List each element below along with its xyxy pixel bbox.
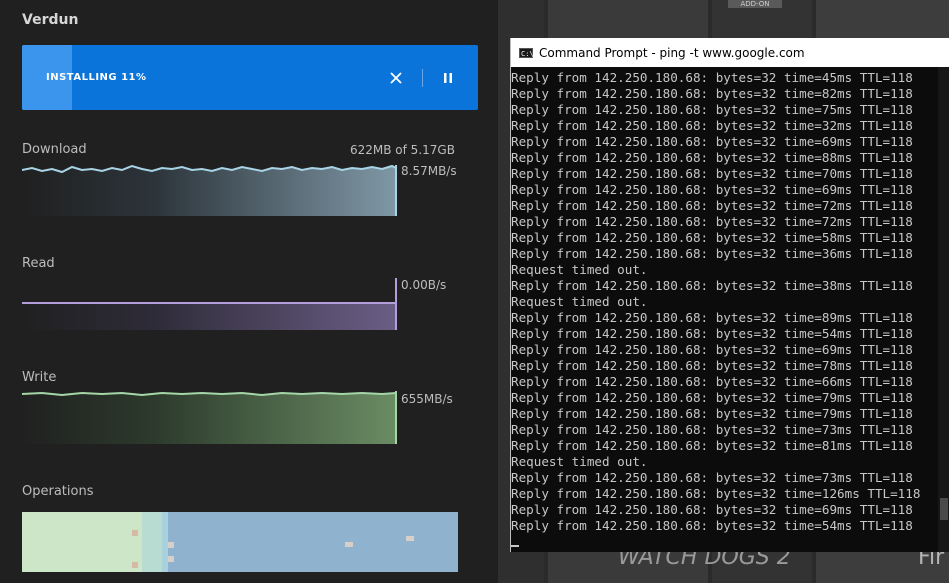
cmd-line: Request timed out. [511, 454, 648, 469]
install-status-label: INSTALLING 11% [46, 72, 147, 83]
download-rate: 8.57MB/s [401, 164, 457, 178]
cmd-scrollbar[interactable] [938, 67, 949, 552]
cmd-icon: C:\ [519, 47, 534, 58]
operations-map [22, 512, 458, 572]
cmd-line: Reply from 142.250.180.68: bytes=32 time… [511, 470, 913, 485]
read-rate: 0.00B/s [401, 278, 447, 292]
cmd-line: Reply from 142.250.180.68: bytes=32 time… [511, 422, 913, 437]
cmd-line: Request timed out. [511, 294, 648, 309]
cmd-line: Request timed out. [511, 262, 648, 277]
cmd-line: Reply from 142.250.180.68: bytes=32 time… [511, 166, 913, 181]
close-icon [390, 72, 402, 84]
cmd-line: Reply from 142.250.180.68: bytes=32 time… [511, 134, 913, 149]
command-prompt-window[interactable]: C:\ Command Prompt - ping -t www.google.… [510, 38, 949, 552]
game-title: Verdun [22, 12, 79, 28]
cmd-line: Reply from 142.250.180.68: bytes=32 time… [511, 358, 913, 373]
install-progress-bar: INSTALLING 11% [22, 45, 478, 110]
cmd-line: Reply from 142.250.180.68: bytes=32 time… [511, 198, 913, 213]
cmd-line: Reply from 142.250.180.68: bytes=32 time… [511, 150, 913, 165]
cmd-line: Reply from 142.250.180.68: bytes=32 time… [511, 342, 913, 357]
pause-icon [444, 73, 452, 83]
cmd-line: Reply from 142.250.180.68: bytes=32 time… [511, 518, 913, 533]
write-label: Write [22, 370, 57, 385]
download-graph [22, 160, 398, 216]
cmd-line: Reply from 142.250.180.68: bytes=32 time… [511, 86, 913, 101]
cmd-line: Reply from 142.250.180.68: bytes=32 time… [511, 118, 913, 133]
cmd-line: Reply from 142.250.180.68: bytes=32 time… [511, 230, 913, 245]
addon-badge: ADD-ON [728, 0, 782, 8]
operations-label: Operations [22, 484, 94, 499]
cmd-line: Reply from 142.250.180.68: bytes=32 time… [511, 102, 913, 117]
cmd-line: Reply from 142.250.180.68: bytes=32 time… [511, 406, 913, 421]
cmd-line: Reply from 142.250.180.68: bytes=32 time… [511, 486, 921, 501]
launcher-panel: Verdun INSTALLING 11% Download 622MB of … [0, 0, 498, 583]
cmd-cursor [511, 545, 519, 547]
cmd-titlebar[interactable]: C:\ Command Prompt - ping -t www.google.… [511, 38, 949, 67]
cmd-line: Reply from 142.250.180.68: bytes=32 time… [511, 246, 913, 261]
cmd-line: Reply from 142.250.180.68: bytes=32 time… [511, 278, 913, 293]
cmd-line: Reply from 142.250.180.68: bytes=32 time… [511, 438, 913, 453]
pause-install-button[interactable] [437, 67, 459, 89]
cmd-title: Command Prompt - ping -t www.google.com [539, 45, 805, 60]
write-rate: 655MB/s [401, 392, 453, 406]
read-graph [22, 278, 398, 330]
cmd-line: Reply from 142.250.180.68: bytes=32 time… [511, 70, 913, 85]
cmd-line: Reply from 142.250.180.68: bytes=32 time… [511, 326, 913, 341]
cmd-line: Reply from 142.250.180.68: bytes=32 time… [511, 374, 913, 389]
download-label: Download [22, 142, 87, 157]
cmd-output: Reply from 142.250.180.68: bytes=32 time… [511, 67, 949, 547]
read-label: Read [22, 256, 55, 271]
cmd-scrollbar-thumb[interactable] [940, 498, 948, 520]
cmd-line: Reply from 142.250.180.68: bytes=32 time… [511, 310, 913, 325]
cmd-line: Reply from 142.250.180.68: bytes=32 time… [511, 182, 913, 197]
cmd-line: Reply from 142.250.180.68: bytes=32 time… [511, 214, 913, 229]
download-total: 622MB of 5.17GB [350, 143, 455, 157]
write-graph [22, 388, 398, 444]
cmd-line: Reply from 142.250.180.68: bytes=32 time… [511, 390, 913, 405]
cancel-install-button[interactable] [385, 67, 407, 89]
install-divider [422, 69, 423, 87]
cmd-line: Reply from 142.250.180.68: bytes=32 time… [511, 502, 913, 517]
